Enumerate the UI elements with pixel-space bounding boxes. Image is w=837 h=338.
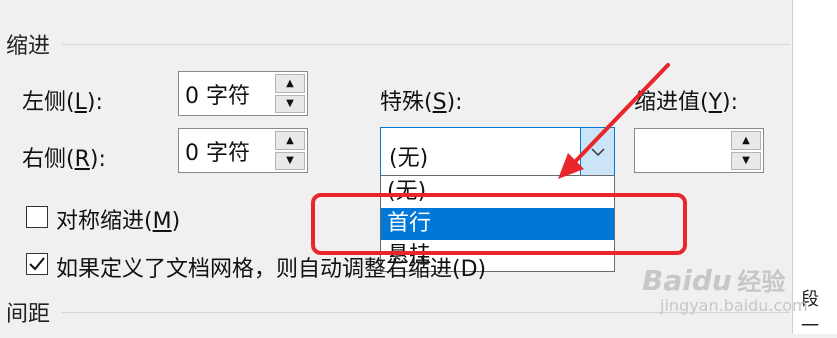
watermark: Baidu 经验 [642, 262, 785, 297]
triangle-down-icon: ▼ [286, 98, 294, 110]
adjacent-panel: 段 一 [792, 0, 837, 337]
watermark-logo: Baidu [642, 264, 732, 297]
grid-auto-checkbox[interactable] [26, 253, 48, 275]
right-indent-value[interactable]: 0 字符 [185, 135, 250, 167]
mirror-indent-checkbox[interactable] [26, 206, 48, 228]
spacing-section-title: 间距 [6, 302, 51, 327]
annotation-highlight-box [311, 193, 687, 255]
spin-down-button[interactable]: ▼ [275, 151, 305, 170]
spin-down-button[interactable]: ▼ [275, 94, 305, 113]
right-indent-label: 右侧(R): [22, 147, 106, 172]
spin-up-button[interactable]: ▲ [731, 131, 761, 150]
special-selected-value: (无) [389, 146, 429, 171]
special-indent-label: 特殊(S): [380, 90, 463, 115]
checkmark-icon [29, 257, 45, 271]
left-indent-label: 左侧(L): [22, 90, 103, 115]
triangle-up-icon: ▲ [286, 134, 294, 146]
left-indent-spinner[interactable]: 0 字符 ▲ ▼ [178, 71, 308, 116]
mirror-indent-label: 对称缩进(M) [56, 209, 181, 234]
triangle-down-icon: ▼ [286, 155, 294, 167]
left-indent-value[interactable]: 0 字符 [185, 78, 250, 110]
triangle-up-icon: ▲ [286, 77, 294, 89]
right-indent-spinner[interactable]: 0 字符 ▲ ▼ [178, 128, 308, 173]
watermark-url: jingyan.baidu.com [660, 296, 808, 315]
annotation-arrow-icon [558, 63, 670, 179]
triangle-up-icon: ▲ [742, 134, 750, 146]
indent-section-title: 缩进 [6, 34, 51, 59]
triangle-down-icon: ▼ [742, 155, 750, 167]
section-divider [62, 44, 790, 45]
watermark-word: 经验 [737, 268, 786, 296]
panel-glyph: 一 [801, 316, 819, 337]
grid-auto-label: 如果定义了文档网格，则自动调整右缩进(D) [56, 257, 487, 282]
spin-up-button[interactable]: ▲ [275, 131, 305, 150]
spin-down-button[interactable]: ▼ [731, 151, 761, 170]
spin-up-button[interactable]: ▲ [275, 74, 305, 93]
